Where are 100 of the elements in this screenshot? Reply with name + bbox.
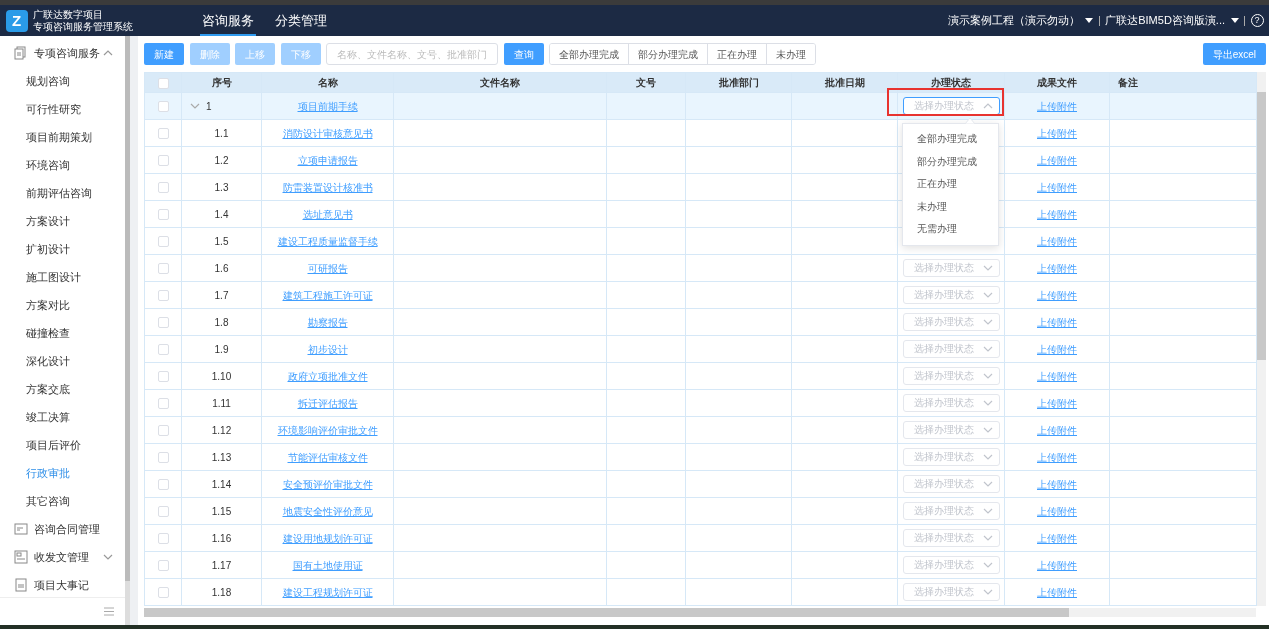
row-number: 1.5 (214, 235, 229, 247)
sidebar-item[interactable]: 咨询合同管理 (34, 520, 100, 537)
row-checkbox[interactable] (157, 209, 169, 221)
row-number: 1.1 (214, 127, 229, 139)
export-button[interactable]: 导出excel (1202, 43, 1266, 65)
app-title: 广联达数字项目 (33, 8, 104, 21)
column-header: 序号 (181, 72, 262, 93)
sidebar-subitem[interactable]: 深化设计 (0, 346, 126, 375)
sidebar-subitem[interactable]: 规划咨询 (0, 66, 126, 95)
upload-link[interactable]: 上传附件 (1037, 451, 1077, 463)
sidebar-subitem[interactable]: 环境咨询 (0, 150, 126, 179)
organization-selector[interactable]: 广联达BIM5D咨询版演... (1105, 12, 1225, 29)
row-number: 1.2 (214, 154, 229, 166)
row-checkbox[interactable] (157, 128, 169, 140)
sidebar-subitem[interactable]: 施工图设计 (0, 262, 126, 291)
sidebar-subitem[interactable]: 方案交底 (0, 374, 126, 403)
upload-link[interactable]: 上传附件 (1037, 343, 1077, 355)
upload-link[interactable]: 上传附件 (1037, 586, 1077, 598)
column-header: 成果文件 (1004, 72, 1110, 93)
row-number: 1.4 (214, 208, 229, 220)
sidebar-subitem[interactable]: 方案设计 (0, 206, 126, 235)
row-checkbox[interactable] (157, 398, 169, 410)
row-checkbox[interactable] (157, 236, 169, 248)
column-header: 名称 (261, 72, 394, 93)
upload-link[interactable]: 上传附件 (1037, 316, 1077, 328)
row-number: 1.18 (211, 586, 232, 598)
row-checkbox[interactable] (157, 587, 169, 599)
row-checkbox[interactable] (157, 452, 169, 464)
row-checkbox[interactable] (157, 101, 169, 113)
upload-link[interactable]: 上传附件 (1037, 154, 1077, 166)
item-link[interactable]: 立项申请报告 (297, 154, 358, 166)
column-header: 批准部门 (685, 72, 792, 93)
dropdown-option[interactable]: 未办理 (903, 195, 998, 219)
row-number: 1 (206, 99, 212, 114)
sidebar-item[interactable]: 专项咨询服务 (34, 44, 100, 61)
scrollbar-thumb[interactable] (125, 36, 130, 581)
sidebar-subitem[interactable]: 可行性研究 (0, 94, 126, 123)
sidebar-subitem[interactable]: 项目后评价 (0, 430, 126, 459)
nav-tab[interactable]: 分类管理 (272, 5, 329, 36)
item-link[interactable]: 选址意见书 (302, 208, 353, 220)
search-field[interactable]: 名称、文件名称、文号、批准部门 (326, 43, 498, 65)
dropdown-option[interactable]: 无需办理 (903, 218, 998, 241)
sidebar-subitem[interactable]: 前期评估咨询 (0, 178, 126, 207)
upload-link[interactable]: 上传附件 (1037, 262, 1077, 274)
upload-link[interactable]: 上传附件 (1037, 505, 1077, 517)
item-link[interactable]: 勘察报告 (307, 316, 348, 328)
sidebar-subitem[interactable]: 其它咨询 (0, 486, 126, 515)
sidebar-subitem[interactable]: 碰撞检查 (0, 318, 126, 347)
row-checkbox[interactable] (157, 344, 169, 356)
toolbar-button[interactable]: 新建 (144, 43, 184, 65)
sidebar-subitem[interactable]: 方案对比 (0, 290, 126, 319)
upload-link[interactable]: 上传附件 (1037, 100, 1077, 112)
upload-link[interactable]: 上传附件 (1037, 532, 1077, 544)
column-header: 批准日期 (791, 72, 898, 93)
item-link[interactable]: 项目前期手续 (297, 100, 358, 112)
row-checkbox[interactable] (157, 371, 169, 383)
row-checkbox[interactable] (157, 560, 169, 572)
upload-link[interactable]: 上传附件 (1037, 181, 1077, 193)
column-header: 文件名称 (393, 72, 607, 93)
sidebar-subitem[interactable]: 项目前期策划 (0, 122, 126, 151)
upload-link[interactable]: 上传附件 (1037, 424, 1077, 436)
scrollbar-thumb[interactable] (144, 608, 1069, 617)
chevron-icon (982, 345, 993, 353)
upload-link[interactable]: 上传附件 (1037, 370, 1077, 382)
row-checkbox[interactable] (157, 182, 169, 194)
dropdown-caret-icon (1230, 18, 1239, 23)
upload-link[interactable]: 上传附件 (1037, 127, 1077, 139)
sidebar-subitem[interactable]: 行政审批 (0, 458, 126, 487)
project-selector[interactable]: 演示案例工程（演示勿动） (947, 12, 1080, 29)
upload-link[interactable]: 上传附件 (1037, 208, 1077, 220)
upload-link[interactable]: 上传附件 (1037, 397, 1077, 409)
item-link[interactable]: 拆迁评估报告 (297, 397, 358, 409)
search-button[interactable]: 查询 (503, 43, 544, 65)
expand-icon[interactable] (190, 102, 200, 110)
upload-link[interactable]: 上传附件 (1037, 559, 1077, 571)
row-checkbox[interactable] (157, 425, 169, 437)
row-checkbox[interactable] (157, 506, 169, 518)
select-all-checkbox[interactable] (157, 77, 169, 89)
row-checkbox[interactable] (157, 317, 169, 329)
upload-link[interactable]: 上传附件 (1037, 289, 1077, 301)
sidebar-item[interactable]: 收发文管理 (34, 548, 89, 565)
upload-link[interactable]: 上传附件 (1037, 235, 1077, 247)
row-checkbox[interactable] (157, 263, 169, 275)
sidebar-subitem[interactable]: 竣工决算 (0, 402, 126, 431)
sidebar-item[interactable]: 项目大事记 (34, 576, 89, 593)
filter-button[interactable]: 全部办理完成 (550, 44, 629, 64)
row-number: 1.6 (214, 262, 229, 274)
upload-link[interactable]: 上传附件 (1037, 478, 1077, 490)
row-checkbox[interactable] (157, 479, 169, 491)
dropdown-option[interactable]: 全部办理完成 (903, 128, 998, 151)
row-number: 1.12 (211, 424, 232, 436)
row-checkbox[interactable] (157, 155, 169, 167)
row-checkbox[interactable] (157, 533, 169, 545)
item-link[interactable]: 初步设计 (307, 343, 348, 355)
row-checkbox[interactable] (157, 290, 169, 302)
chevron-icon (982, 372, 993, 380)
chevron-icon (982, 264, 993, 272)
item-link[interactable]: 可研报告 (307, 262, 348, 274)
scrollbar-thumb[interactable] (1257, 92, 1266, 360)
sidebar-subitem[interactable]: 扩初设计 (0, 234, 126, 263)
